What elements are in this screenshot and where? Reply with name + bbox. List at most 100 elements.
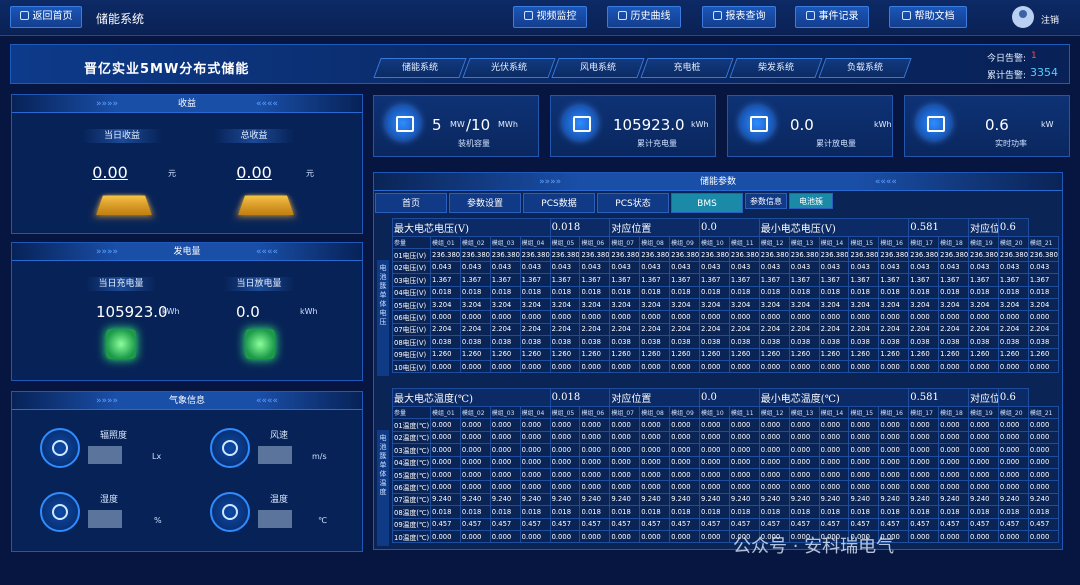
table-cell: 9.240	[938, 492, 970, 507]
table-cell: 0.000	[549, 443, 581, 457]
tab-load[interactable]: 负载系统	[818, 58, 912, 78]
table-cell: 0.000	[968, 418, 999, 432]
tab-home[interactable]: 首页	[375, 193, 447, 213]
tab-param-info[interactable]: 参数信息	[745, 193, 787, 209]
table-cell: 1.367	[699, 273, 730, 287]
table-cell: 2.204	[430, 322, 461, 337]
tab-charger[interactable]: 充电桩	[640, 58, 734, 78]
table-cell: 9.240	[818, 492, 850, 507]
table-cell: 0.000	[788, 430, 820, 445]
table-cell: 参量	[392, 235, 431, 250]
table-cell: 0.581	[908, 218, 970, 237]
table-cell: 0.000	[579, 430, 611, 445]
table-cell: 0.038	[788, 335, 820, 349]
table-cell: 0.000	[459, 455, 491, 469]
table-cell: 0.000	[519, 359, 551, 374]
table-cell: 模组_08	[639, 405, 671, 420]
table-cell: 0.043	[669, 260, 701, 275]
table-cell: 0.000	[908, 443, 940, 457]
table-cell: 0.457	[997, 517, 1029, 531]
tab-storage[interactable]: 储能系统	[373, 58, 467, 78]
history-curve-button[interactable]: 历史曲线	[607, 6, 681, 28]
table-cell: 236.380	[818, 248, 850, 262]
table-cell: 0.000	[878, 418, 910, 432]
table-cell: 0.000	[1027, 529, 1060, 544]
table-cell: 0.000	[758, 443, 790, 457]
temperature-table: 最大电芯温度(℃)0.018对应位置0.0最小电芯温度(℃)0.581对应位置0…	[392, 388, 1060, 544]
video-monitor-button[interactable]: 视频监控	[513, 6, 587, 28]
table-cell: 07温度(℃)	[392, 492, 431, 507]
humidity-unit: %	[154, 516, 162, 525]
logout-link[interactable]: 注销	[1041, 13, 1059, 26]
tab-battery-cluster[interactable]: 电池簇	[789, 193, 833, 209]
table-cell: 236.380	[728, 248, 760, 262]
table-cell: 1.367	[848, 273, 880, 287]
table-cell: 0.000	[938, 480, 970, 494]
table-cell: 0.000	[609, 418, 641, 432]
report-query-button[interactable]: 报表查询	[702, 6, 776, 28]
chart-icon	[617, 11, 627, 20]
table-cell: 0.000	[699, 418, 730, 432]
tab-diesel[interactable]: 柴发系统	[729, 58, 823, 78]
table-cell: 1.367	[968, 273, 999, 287]
table-cell: 9.240	[997, 492, 1029, 507]
table-cell: 0.457	[908, 517, 940, 531]
table-cell: 0.018	[1027, 505, 1060, 519]
table-cell: 2.204	[549, 322, 581, 337]
table-row: 10电压(V) 0.000 0.000 0.000 0.000 0.000 0.000 0.0…	[392, 359, 1060, 374]
table-cell: 0.018	[938, 505, 970, 519]
table-cell: 3.204	[938, 297, 970, 312]
wind-speed-unit: m/s	[312, 452, 327, 461]
tab-pv[interactable]: 光伏系统	[462, 58, 556, 78]
table-cell: 03温度(℃)	[392, 443, 431, 457]
table-cell: 0.000	[489, 310, 521, 324]
table-cell: 模组_16	[878, 405, 910, 420]
table-cell: 0.043	[489, 260, 521, 275]
table-cell: 08温度(℃)	[392, 505, 431, 519]
table-cell: 236.380	[430, 248, 461, 262]
table-cell: 0.000	[639, 529, 671, 544]
table-cell: 1.367	[938, 273, 970, 287]
table-cell: 0.038	[579, 335, 611, 349]
table-cell: 0.018	[579, 505, 611, 519]
table-cell: 1.260	[699, 347, 730, 361]
day-charge-value: 105923.0	[96, 303, 168, 321]
table-cell: 0.018	[848, 285, 880, 299]
battery-charge-icon	[106, 329, 136, 359]
table-cell: 0.038	[908, 335, 940, 349]
pulse-icon	[917, 106, 951, 140]
temperature-side-label: 电池簇单体温度	[377, 430, 389, 546]
charge-meter-icon	[563, 106, 597, 140]
tab-bms[interactable]: BMS	[671, 193, 743, 213]
table-cell: 9.240	[609, 492, 641, 507]
table-cell: 0.000	[489, 529, 521, 544]
table-cell: 0.000	[549, 430, 581, 445]
table-cell: 0.000	[788, 359, 820, 374]
help-docs-button[interactable]: 帮助文档	[889, 6, 967, 28]
user-avatar-icon[interactable]	[1012, 6, 1034, 28]
table-cell: 1.260	[848, 347, 880, 361]
table-cell: 0.000	[579, 443, 611, 457]
table-cell: 236.380	[788, 248, 820, 262]
table-cell: 0.457	[699, 517, 730, 531]
table-cell: 0.000	[1027, 467, 1060, 482]
table-cell: 0.043	[818, 260, 850, 275]
tab-param-settings[interactable]: 参数设置	[449, 193, 521, 213]
table-cell: 0.000	[997, 418, 1029, 432]
table-cell: 0.000	[669, 529, 701, 544]
table-cell: 0.000	[699, 430, 730, 445]
table-cell: 2.204	[579, 322, 611, 337]
table-cell: 0.018	[818, 505, 850, 519]
day-discharge-unit: kWh	[300, 307, 318, 316]
event-log-button[interactable]: 事件记录	[795, 6, 869, 28]
table-cell: 0.018	[549, 218, 611, 237]
table-cell: 0.000	[968, 467, 999, 482]
tab-pcs-data[interactable]: PCS数据	[523, 193, 595, 213]
tab-pcs-status[interactable]: PCS状态	[597, 193, 669, 213]
table-cell: 0.000	[788, 467, 820, 482]
table-cell: 0.457	[549, 517, 581, 531]
home-button[interactable]: 返回首页	[10, 6, 82, 28]
table-cell: 2.204	[908, 322, 940, 337]
table-cell: 0.018	[459, 285, 491, 299]
tab-wind[interactable]: 风电系统	[551, 58, 645, 78]
